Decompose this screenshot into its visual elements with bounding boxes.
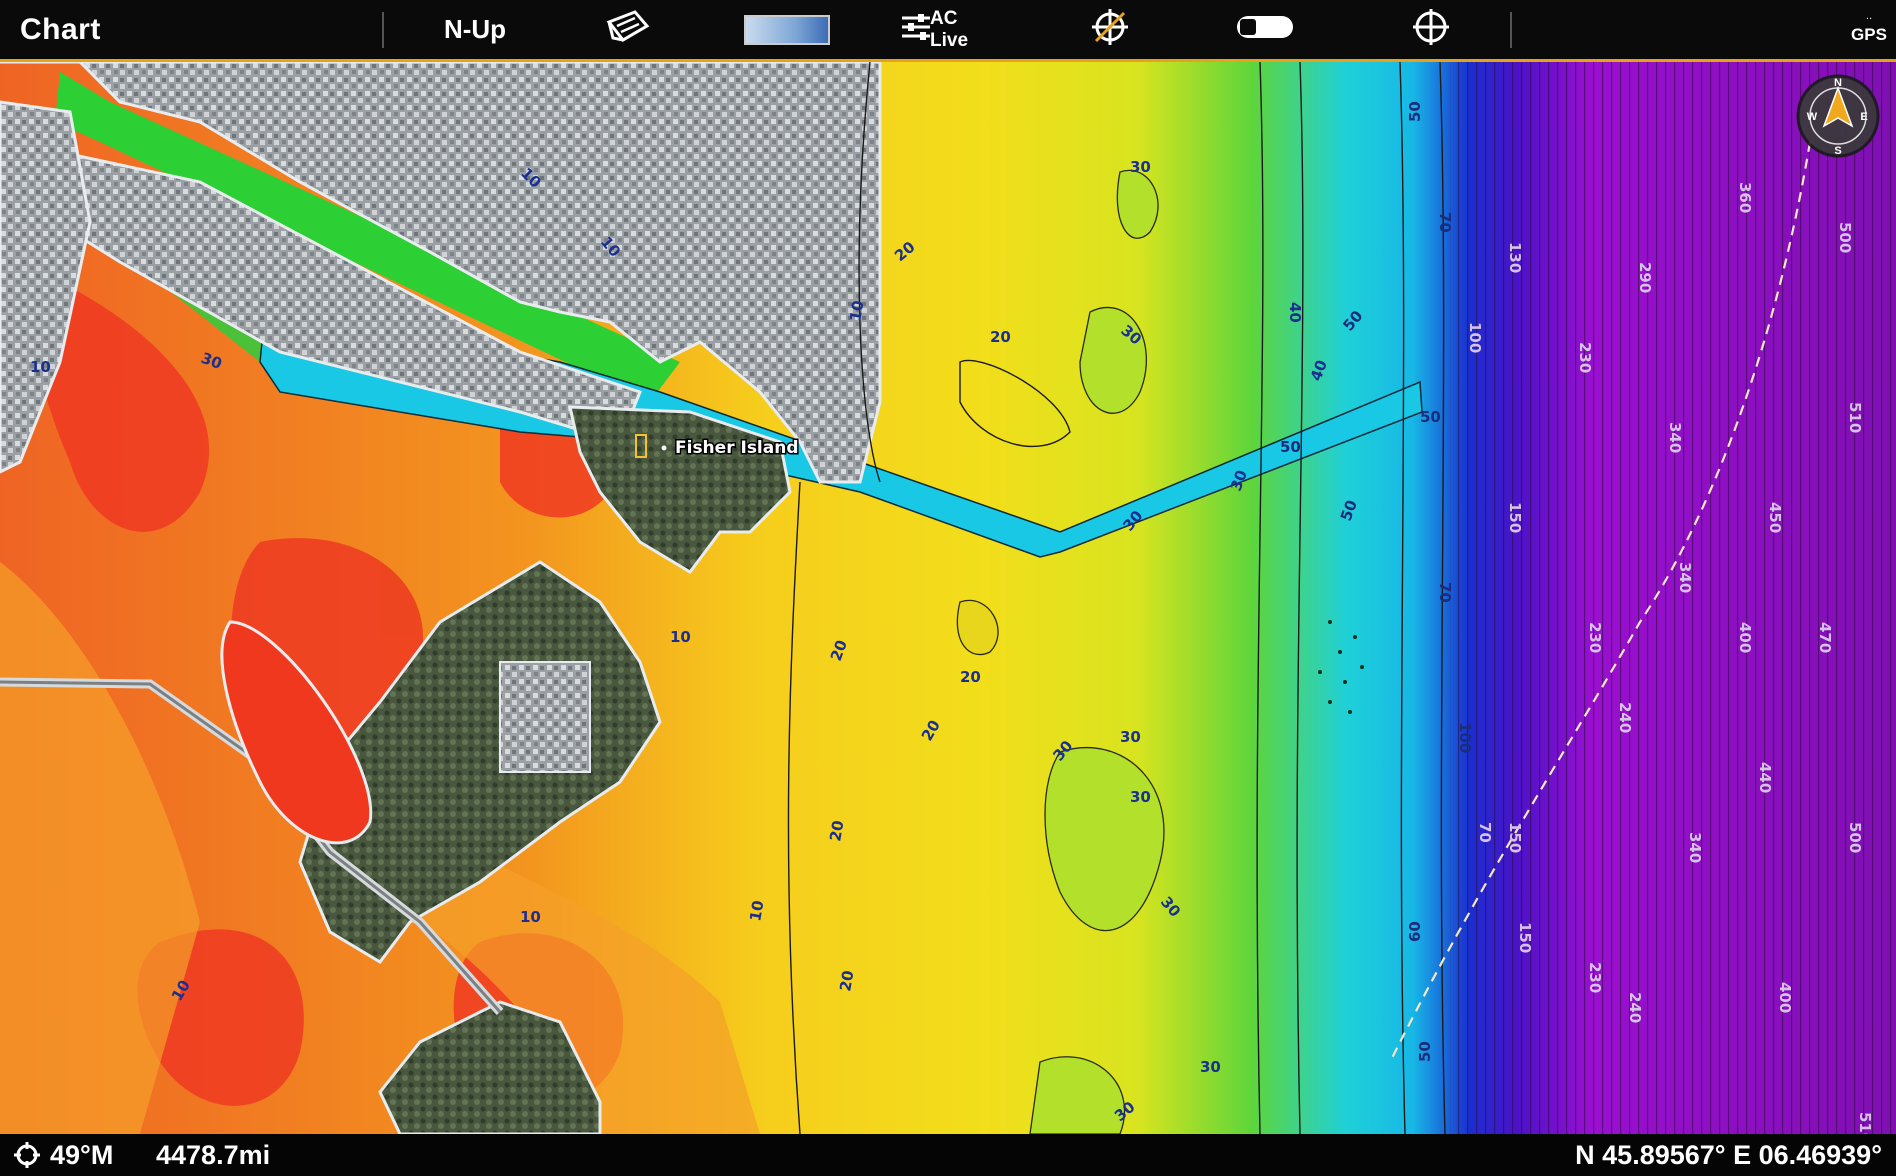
gps-icon: ‧‧ — [1865, 13, 1873, 25]
toggle-button[interactable] — [1232, 0, 1298, 59]
distance-value: 4478.7mi — [156, 1139, 271, 1170]
svg-text:S: S — [1834, 145, 1841, 157]
depth-label: 10 — [846, 299, 867, 323]
depth-label: 10 — [670, 628, 691, 646]
depth-label: 360 — [1736, 182, 1754, 213]
depth-label: 30 — [1120, 728, 1141, 746]
depth-label: 20 — [836, 969, 857, 993]
depth-label: 230 — [1576, 342, 1594, 373]
position-readout: N 45.89567° E 06.46939° — [1575, 1139, 1882, 1170]
depth-label: 20 — [960, 668, 981, 686]
orientation-button[interactable]: N-Up — [420, 0, 530, 59]
status-bar: 49°M 4478.7mi N 45.89567° E 06.46939° — [0, 1134, 1896, 1176]
heading-value: 49°M — [50, 1139, 114, 1170]
cursor-target-button[interactable] — [1406, 0, 1456, 59]
gps-label: GPS — [1851, 24, 1887, 44]
waypoint-target-button[interactable] — [1085, 0, 1135, 59]
depth-label: 500 — [1846, 822, 1864, 853]
depth-label: 70 — [1476, 822, 1494, 843]
ac-live-label: AC Live — [930, 7, 969, 51]
depth-label: 340 — [1666, 422, 1684, 453]
toggle-icon — [1235, 14, 1295, 45]
color-palette-swatch — [744, 14, 830, 45]
depth-label: 150 — [1506, 502, 1524, 533]
depth-label: 10 — [520, 908, 541, 926]
color-palette-button[interactable] — [742, 0, 832, 59]
depth-label: 400 — [1736, 622, 1754, 653]
depth-label: 70 — [1436, 212, 1454, 233]
ac-live-icon — [900, 12, 934, 47]
ac-live-button[interactable]: AC Live — [900, 0, 1000, 59]
depth-label: 50 — [1420, 408, 1441, 426]
depth-label: 30 — [1130, 788, 1151, 806]
svg-text:Fisher Island: Fisher Island — [675, 438, 799, 458]
depth-label: 510 — [1846, 402, 1864, 433]
depth-label: 20 — [990, 328, 1011, 346]
depth-label: 340 — [1676, 562, 1694, 593]
depth-label: 10 — [746, 899, 767, 923]
heading-readout: 49°M — [12, 1134, 113, 1176]
depth-label: 240 — [1626, 992, 1644, 1023]
chart-map[interactable]: 10 10 10 30 10 10 10 10 10 20 20 20 20 2… — [0, 62, 1896, 1134]
depth-label: 100 — [1456, 722, 1474, 753]
depth-label: 400 — [1776, 982, 1794, 1013]
facility — [499, 661, 591, 773]
svg-text:N: N — [1834, 77, 1842, 89]
depth-label: 20 — [826, 819, 847, 843]
depth-label: 60 — [1406, 921, 1424, 942]
chart-settings-button[interactable] — [598, 0, 658, 59]
depth-label: 440 — [1756, 762, 1774, 793]
depth-label: 50 — [1406, 101, 1424, 122]
depth-label: 450 — [1766, 502, 1784, 533]
depth-label: 500 — [1836, 222, 1854, 253]
depth-label: 150 — [1506, 822, 1524, 853]
depth-label: 230 — [1586, 622, 1604, 653]
depth-label: 30 — [1130, 158, 1151, 176]
svg-text:W: W — [1807, 111, 1818, 123]
divider — [1510, 12, 1512, 48]
depth-label: 290 — [1636, 262, 1654, 293]
depth-label: 100 — [1466, 322, 1484, 353]
depth-label: 150 — [1516, 922, 1534, 953]
depth-label: 470 — [1816, 622, 1834, 653]
svg-text:E: E — [1860, 111, 1867, 123]
depth-label: 70 — [1436, 582, 1454, 603]
depth-label: 340 — [1686, 832, 1704, 863]
divider — [382, 12, 384, 48]
depth-label: 10 — [30, 358, 51, 376]
depth-label: 50 — [1416, 1041, 1434, 1062]
depth-label: 240 — [1616, 702, 1634, 733]
compass-rose-icon[interactable]: N E S W — [1796, 74, 1880, 158]
crosshair-slash-icon — [1090, 7, 1130, 52]
depth-label: 510 — [1856, 1112, 1874, 1134]
depth-label: 40 — [1286, 302, 1304, 323]
target-icon — [1411, 7, 1451, 52]
deep-contours — [1450, 62, 1896, 1134]
depth-label: 130 — [1506, 242, 1524, 273]
depth-label: 50 — [1280, 438, 1301, 456]
chart-settings-icon — [605, 8, 651, 51]
top-toolbar: Chart N-Up AC Live ‧‧ GPS — [0, 0, 1896, 62]
app-title: Chart — [20, 12, 101, 46]
gps-status[interactable]: ‧‧ GPS — [1846, 0, 1892, 59]
depth-label: 230 — [1586, 962, 1604, 993]
depth-label: 30 — [1200, 1058, 1221, 1076]
heading-icon — [12, 1140, 42, 1170]
